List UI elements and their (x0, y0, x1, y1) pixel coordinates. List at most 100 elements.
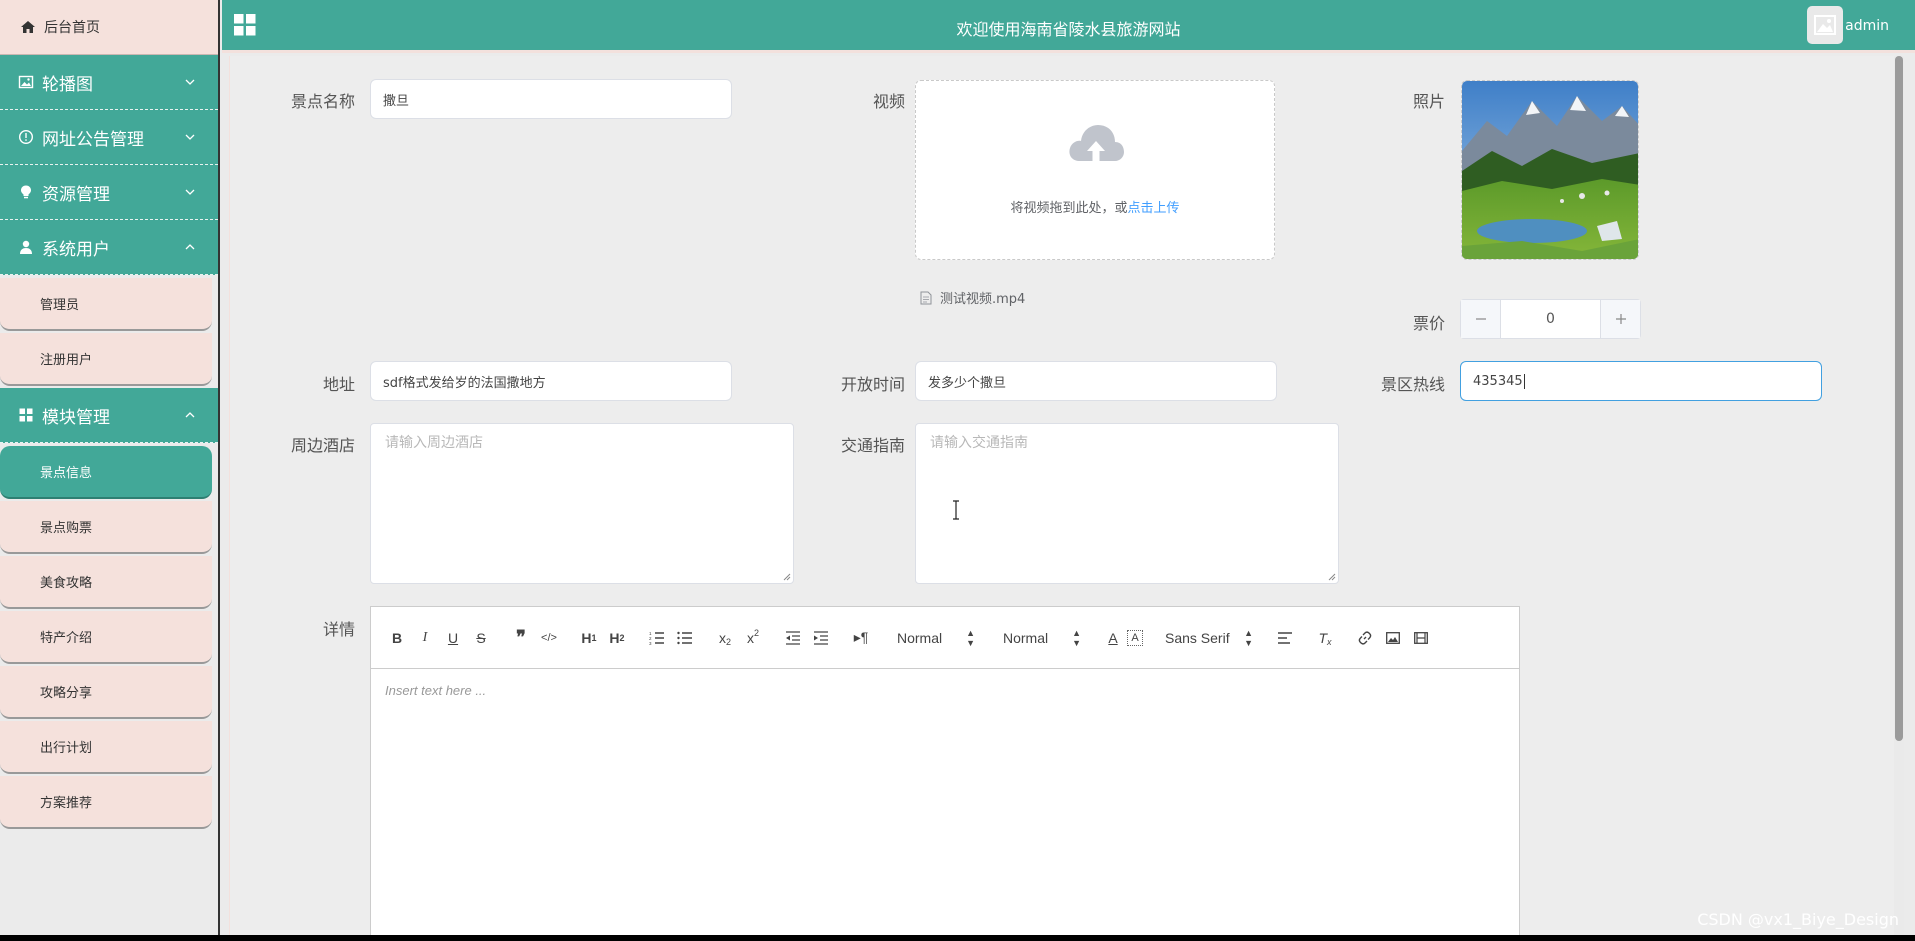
hotel-label: 周边酒店 (290, 436, 355, 455)
sidebar-group-label: 轮播图 (42, 74, 93, 95)
code-block-icon[interactable]: </> (535, 626, 563, 650)
sidebar-item-guide-share[interactable]: 攻略分享 (0, 666, 212, 719)
sidebar-item-travel-plan[interactable]: 出行计划 (0, 721, 212, 774)
sidebar-group-notice[interactable]: 网址公告管理 (0, 110, 218, 165)
bullet-list-icon[interactable] (671, 626, 699, 650)
video-upload-area[interactable]: 将视频拖到此处，或点击上传 (915, 80, 1275, 260)
text-direction-icon[interactable]: ▸¶ (847, 626, 875, 650)
sidebar-group-carousel[interactable]: 轮播图 (0, 55, 218, 110)
resize-handle-icon[interactable] (1328, 573, 1336, 581)
detail-label: 详情 (322, 620, 355, 639)
sidebar-item-ticket[interactable]: 景点购票 (0, 501, 212, 554)
image-insert-glyph (1386, 631, 1400, 644)
picture-icon (18, 75, 34, 89)
resize-handle-icon[interactable] (783, 573, 791, 581)
font-select-value: Sans Serif (1165, 629, 1230, 646)
indent-icon[interactable] (807, 626, 835, 650)
image-icon (1814, 15, 1836, 35)
video-insert-glyph (1414, 631, 1428, 644)
subscript-icon[interactable]: x2 (711, 626, 739, 650)
sidebar-item-recommend[interactable]: 方案推荐 (0, 776, 212, 829)
uploaded-file-item[interactable]: 测试视频.mp4 (920, 288, 1025, 307)
top-header: 欢迎使用海南省陵水县旅游网站 admin (222, 0, 1915, 53)
scrollbar[interactable] (1894, 56, 1904, 935)
indent-glyph (814, 630, 828, 645)
price-stepper[interactable]: 0 (1460, 299, 1641, 339)
sidebar-group-resource[interactable]: 资源管理 (0, 165, 218, 220)
sidebar-group-users[interactable]: 系统用户 (0, 220, 218, 275)
sidebar-item-specialty[interactable]: 特产介绍 (0, 611, 212, 664)
rich-text-editor: B I U S ❞ </> H1 H2 123 x2 x2 ▸¶ Normal … (370, 606, 1520, 935)
plus-icon (1615, 314, 1626, 324)
address-field[interactable]: sdf格式发给岁的法国撒地方 (370, 361, 732, 401)
bulb-icon (21, 185, 31, 199)
size-select[interactable]: Normal ▲ ▼ (997, 626, 1087, 650)
decrease-button[interactable] (1461, 300, 1501, 338)
minus-icon (1475, 318, 1486, 320)
text-cursor-icon (953, 500, 959, 520)
chevron-up-icon (185, 412, 195, 418)
sidebar-item-home[interactable]: 后台首页 (0, 0, 218, 55)
header1-icon[interactable]: H1 (575, 626, 603, 650)
sidebar-item-registered-users[interactable]: 注册用户 (0, 333, 212, 386)
outdent-icon[interactable] (779, 626, 807, 650)
select-arrows-icon: ▲ ▼ (966, 627, 975, 648)
open-time-field[interactable]: 发多少个撒旦 (915, 361, 1277, 401)
sidebar-group-label: 模块管理 (42, 407, 110, 428)
price-label: 票价 (1412, 314, 1445, 333)
name-field[interactable]: 撒旦 (370, 79, 732, 119)
header-select[interactable]: Normal ▲ ▼ (891, 626, 981, 650)
sidebar-group-label: 资源管理 (42, 184, 110, 205)
app-window: 后台首页 轮播图 网址公告管理 资源管理 系统用户 管理员 注册用户 模块管理 … (0, 0, 1915, 935)
upload-cloud-icon (1069, 125, 1124, 161)
editor-content[interactable]: Insert text here ... (371, 669, 1519, 712)
underline-icon[interactable]: U (439, 626, 467, 650)
hotel-placeholder: 请输入周边酒店 (385, 435, 483, 451)
italic-icon[interactable]: I (411, 626, 439, 650)
uploaded-file-name: 测试视频.mp4 (940, 292, 1026, 307)
traffic-textarea[interactable]: 请输入交通指南 (915, 423, 1339, 584)
upload-link[interactable]: 点击上传 (1128, 201, 1180, 216)
link-glyph (1358, 630, 1372, 645)
blockquote-icon[interactable]: ❞ (507, 626, 535, 650)
sidebar-submenu-modules: 景点信息 景点购票 美食攻略 特产介绍 攻略分享 出行计划 方案推荐 (0, 443, 218, 829)
link-icon[interactable] (1351, 626, 1379, 650)
editor-toolbar: B I U S ❞ </> H1 H2 123 x2 x2 ▸¶ Normal … (371, 607, 1519, 669)
avatar[interactable] (1807, 6, 1843, 44)
traffic-placeholder: 请输入交通指南 (930, 435, 1028, 451)
video-insert-icon[interactable] (1407, 626, 1435, 650)
sidebar-item-admin[interactable]: 管理员 (0, 278, 212, 331)
price-value[interactable]: 0 (1501, 300, 1600, 338)
hotline-field[interactable]: 435345 (1460, 361, 1822, 401)
info-icon (18, 129, 34, 145)
chevron-down-icon (185, 134, 195, 140)
clear-format-icon[interactable]: Tx (1311, 626, 1339, 650)
sidebar-item-food[interactable]: 美食攻略 (0, 556, 212, 609)
hotel-textarea[interactable]: 请输入周边酒店 (370, 423, 794, 584)
background-color-icon[interactable]: A (1127, 629, 1143, 646)
align-glyph (1278, 631, 1292, 644)
select-arrows-icon: ▲ ▼ (1244, 627, 1253, 648)
strike-icon[interactable]: S (467, 626, 495, 650)
font-select[interactable]: Sans Serif ▲ ▼ (1159, 626, 1259, 650)
sidebar-item-scenic-info[interactable]: 景点信息 (0, 446, 212, 499)
superscript-icon[interactable]: x2 (739, 626, 767, 650)
photo-thumbnail[interactable] (1461, 80, 1639, 260)
scrollbar-thumb[interactable] (1895, 56, 1903, 741)
username[interactable]: admin (1845, 18, 1889, 34)
bold-icon[interactable]: B (383, 626, 411, 650)
align-icon[interactable] (1271, 626, 1299, 650)
sidebar-group-modules[interactable]: 模块管理 (0, 388, 218, 443)
header2-icon[interactable]: H2 (603, 626, 631, 650)
increase-button[interactable] (1600, 300, 1640, 338)
main-content: 景点名称 撒旦 视频 将视频拖到此处，或点击上传 测试视频.mp4 照片 票价 … (229, 56, 1904, 935)
ordered-list-icon[interactable]: 123 (643, 626, 671, 650)
sidebar-submenu-users: 管理员 注册用户 (0, 275, 218, 386)
sidebar: 后台首页 轮播图 网址公告管理 资源管理 系统用户 管理员 注册用户 模块管理 … (0, 0, 220, 935)
image-insert-icon[interactable] (1379, 626, 1407, 650)
font-color-icon[interactable]: A (1099, 626, 1127, 650)
upload-hint: 将视频拖到此处，或点击上传 (916, 197, 1274, 216)
chevron-down-icon (185, 189, 195, 195)
text-caret (1523, 373, 1525, 389)
ordered-list-glyph: 123 (649, 631, 664, 645)
